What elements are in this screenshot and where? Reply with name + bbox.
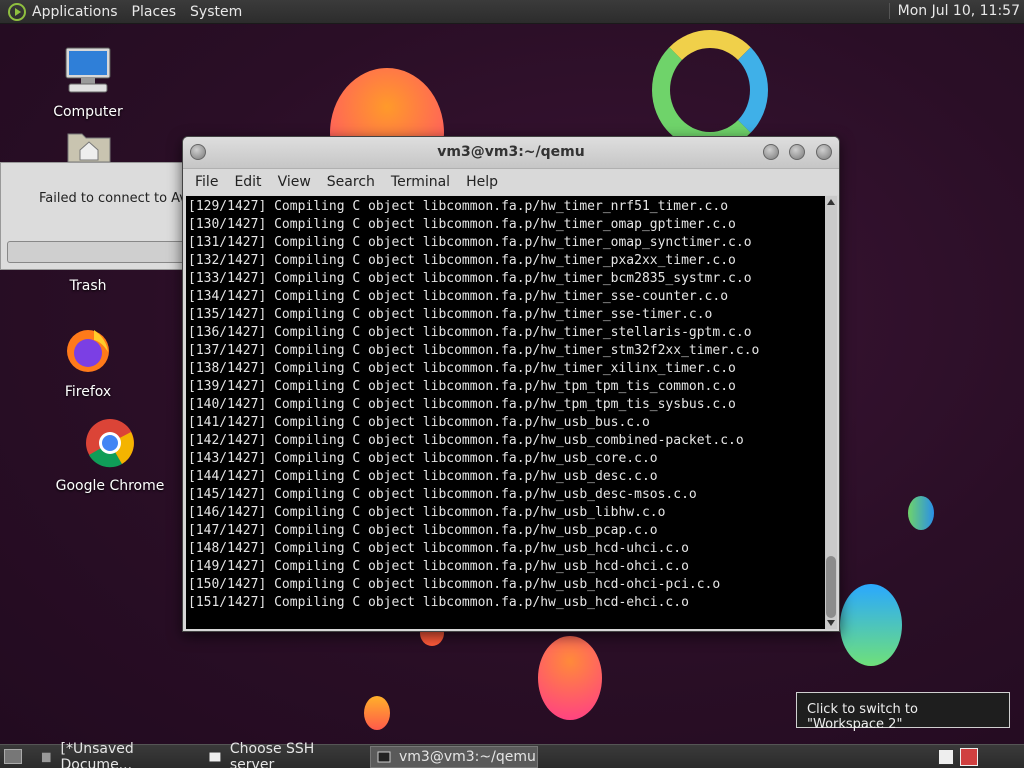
task-label: vm3@vm3:~/qemu: [399, 749, 536, 765]
terminal-line: [129/1427] Compiling C object libcommon.…: [188, 199, 729, 214]
desktop-icon-label: Trash: [69, 278, 107, 294]
show-desktop-icon[interactable]: [4, 749, 22, 764]
scroll-down-icon[interactable]: [827, 620, 835, 626]
terminal-line: [146/1427] Compiling C object libcommon.…: [188, 505, 666, 520]
close-icon[interactable]: [816, 144, 832, 160]
terminal-line: [148/1427] Compiling C object libcommon.…: [188, 541, 689, 556]
window-small-icon: [208, 751, 222, 763]
failed-connect-dialog: Failed to connect to Ava: [0, 162, 195, 270]
task-label: [*Unsaved Docume...: [60, 741, 134, 768]
minimize-icon[interactable]: [763, 144, 779, 160]
window-title: vm3@vm3:~/qemu: [437, 144, 585, 160]
terminal-line: [139/1427] Compiling C object libcommon.…: [188, 379, 736, 394]
maximize-icon[interactable]: [789, 144, 805, 160]
terminal-line: [140/1427] Compiling C object libcommon.…: [188, 397, 736, 412]
trash-small-icon: [41, 752, 51, 763]
workspace-tooltip: Click to switch to "Workspace 2": [796, 692, 1010, 732]
terminal-line: [138/1427] Compiling C object libcommon.…: [188, 361, 736, 376]
menu-search[interactable]: Search: [319, 174, 383, 190]
menu-edit[interactable]: Edit: [226, 174, 269, 190]
desktop-icon-label: Google Chrome: [55, 478, 165, 494]
desktop-icon-firefox[interactable]: Firefox: [28, 326, 148, 400]
task-ssh-server[interactable]: Choose SSH server: [202, 741, 362, 768]
dialog-progress-bar: [7, 241, 191, 263]
panel-clock[interactable]: Mon Jul 10, 11:57: [888, 3, 1020, 19]
terminal-line: [137/1427] Compiling C object libcommon.…: [188, 343, 760, 358]
terminal-line: [130/1427] Compiling C object libcommon.…: [188, 217, 736, 232]
menu-terminal[interactable]: Terminal: [383, 174, 458, 190]
terminal-line: [151/1427] Compiling C object libcommon.…: [188, 595, 689, 610]
workspace-1-button[interactable]: [938, 749, 954, 765]
menu-view[interactable]: View: [270, 174, 319, 190]
wallpaper-ring: [652, 30, 768, 150]
desktop-icon-label: Firefox: [64, 384, 112, 400]
dialog-message: Failed to connect to Ava: [39, 191, 195, 206]
terminal-line: [131/1427] Compiling C object libcommon.…: [188, 235, 752, 250]
terminal-menubar: File Edit View Search Terminal Help: [183, 169, 839, 195]
firefox-icon: [67, 330, 109, 372]
mate-logo-icon[interactable]: [8, 2, 26, 21]
terminal-scrollbar[interactable]: [825, 196, 837, 629]
terminal-small-icon: [377, 751, 391, 763]
terminal-titlebar[interactable]: vm3@vm3:~/qemu: [183, 137, 839, 169]
terminal-line: [144/1427] Compiling C object libcommon.…: [188, 469, 658, 484]
task-terminal[interactable]: vm3@vm3:~/qemu: [370, 746, 538, 768]
terminal-line: [134/1427] Compiling C object libcommon.…: [188, 289, 729, 304]
terminal-output[interactable]: [129/1427] Compiling C object libcommon.…: [186, 196, 826, 629]
scrollbar-thumb[interactable]: [826, 556, 836, 618]
desktop-icon-computer[interactable]: Computer: [28, 46, 148, 120]
menu-places[interactable]: Places: [132, 4, 187, 20]
menu-system[interactable]: System: [190, 4, 252, 20]
terminal-line: [147/1427] Compiling C object libcommon.…: [188, 523, 658, 538]
task-label: Choose SSH server: [229, 741, 315, 768]
terminal-line: [132/1427] Compiling C object libcommon.…: [188, 253, 736, 268]
terminal-window: vm3@vm3:~/qemu File Edit View Search Ter…: [182, 136, 840, 632]
terminal-line: [136/1427] Compiling C object libcommon.…: [188, 325, 752, 340]
home-folder-icon[interactable]: [66, 128, 112, 166]
wallpaper-tiny-blob: [364, 696, 390, 730]
terminal-line: [150/1427] Compiling C object libcommon.…: [188, 577, 721, 592]
wallpaper-small-blob: [908, 496, 934, 530]
terminal-line: [143/1427] Compiling C object libcommon.…: [188, 451, 658, 466]
menu-help[interactable]: Help: [458, 174, 506, 190]
terminal-line: [133/1427] Compiling C object libcommon.…: [188, 271, 752, 286]
scroll-up-icon[interactable]: [827, 199, 835, 205]
workspace-2-button[interactable]: [960, 748, 978, 766]
desktop-icon-trash[interactable]: Trash: [28, 278, 148, 294]
terminal-line: [141/1427] Compiling C object libcommon.…: [188, 415, 650, 430]
wallpaper-pink-blob: [538, 636, 602, 720]
menu-applications[interactable]: Applications: [32, 4, 128, 20]
chrome-icon: [86, 419, 134, 468]
computer-icon: [65, 47, 111, 93]
task-unsaved-document[interactable]: [*Unsaved Docume...: [34, 741, 194, 768]
terminal-line: [145/1427] Compiling C object libcommon.…: [188, 487, 697, 502]
terminal-line: [135/1427] Compiling C object libcommon.…: [188, 307, 713, 322]
terminal-line: [149/1427] Compiling C object libcommon.…: [188, 559, 689, 574]
desktop-icon-chrome[interactable]: Google Chrome: [50, 418, 170, 494]
desktop-icon-label: Computer: [53, 104, 123, 120]
menu-file[interactable]: File: [187, 174, 226, 190]
bottom-panel: [*Unsaved Docume... Choose SSH server vm…: [0, 741, 1024, 768]
wallpaper-blue-blob: [840, 584, 902, 666]
terminal-line: [142/1427] Compiling C object libcommon.…: [188, 433, 744, 448]
top-panel: Applications Places System Mon Jul 10, 1…: [0, 0, 1024, 24]
